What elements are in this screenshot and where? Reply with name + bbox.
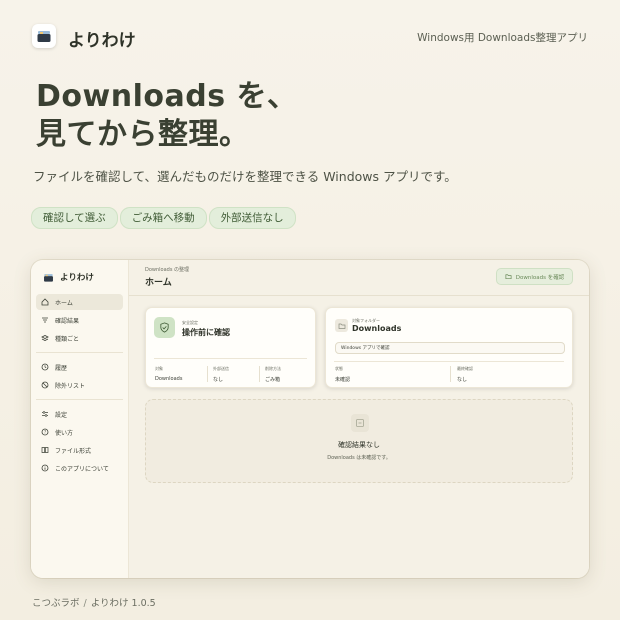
- check-downloads-label: Downloads を確認: [515, 274, 565, 281]
- main-content: Downloads の整理 ホーム Downloads を確認 安全設定 操作前…: [129, 260, 589, 578]
- history-icon: [41, 363, 49, 371]
- main-eyebrow: Downloads の整理: [145, 267, 190, 273]
- folder-path-field: Windows アプリで確認: [335, 342, 565, 354]
- book-icon: [41, 446, 49, 454]
- stat-value: なし: [213, 377, 224, 383]
- block-icon: [41, 381, 49, 389]
- hero-title-line2: 見てから整理。: [36, 117, 250, 152]
- brand-name: よりわけ: [68, 31, 136, 51]
- sidebar-item-label: 種類ごと: [55, 335, 80, 343]
- sidebar-item-label: 使い方: [55, 429, 74, 437]
- filter-icon: [41, 316, 49, 324]
- folder-icon: [335, 319, 348, 332]
- sidebar-item-home[interactable]: ホーム: [36, 294, 123, 310]
- card-eyebrow: 安全設定: [182, 320, 198, 325]
- sidebar-item-label: ホーム: [55, 299, 73, 307]
- info-icon: [41, 464, 49, 472]
- folder-icon: [505, 274, 512, 280]
- shield-check-icon: [154, 317, 175, 338]
- sidebar-item-label: このアプリについて: [55, 465, 109, 473]
- card-divider: [334, 361, 564, 362]
- sidebar-brand: よりわけ: [43, 269, 94, 285]
- main-divider: [129, 295, 589, 296]
- header-tagline: Windows用 Downloads整理アプリ: [417, 32, 588, 44]
- empty-subtitle: Downloads は未確認です。: [327, 455, 391, 461]
- settings-sliders-icon: [41, 410, 49, 418]
- footer: こつぶラボ / よりわけ 1.0.5: [32, 595, 156, 609]
- stat-delete-method: 削除方法 ごみ箱: [265, 366, 281, 383]
- app-window-preview: よりわけ ホーム 確認結果 種類ごと 履歴 除外リスト 設定 ? 使い方 ファイ…: [31, 260, 589, 578]
- chip-confirm-select: 確認して選ぶ: [31, 207, 118, 229]
- page-header: よりわけ Windows用 Downloads整理アプリ: [32, 24, 588, 52]
- sidebar-divider: [36, 352, 123, 353]
- help-circle-icon: ?: [41, 428, 49, 436]
- svg-text:?: ?: [44, 430, 46, 435]
- stat-label: 外部送信: [213, 366, 229, 371]
- stat-separator: [259, 366, 260, 382]
- sidebar-item-label: 設定: [55, 411, 68, 419]
- stat-status: 状態 未確認: [335, 366, 350, 383]
- card-title: Downloads: [352, 324, 402, 333]
- app-logo-icon: [44, 273, 53, 282]
- stat-last-checked: 最終確認 なし: [457, 366, 473, 383]
- footer-maker: こつぶラボ: [32, 598, 80, 609]
- stat-label: 状態: [335, 366, 343, 371]
- app-logo-icon: [32, 24, 56, 48]
- safety-settings-card: 安全設定 操作前に確認 対象 Downloads 外部送信 なし 削除方法 ごみ…: [145, 307, 316, 388]
- home-icon: [41, 298, 49, 306]
- stat-target: 対象 Downloads: [155, 366, 182, 382]
- sidebar-item-label: 履歴: [55, 364, 68, 372]
- sidebar-brand-name: よりわけ: [60, 273, 94, 283]
- footer-separator: /: [83, 598, 87, 609]
- card-divider: [154, 358, 307, 359]
- stat-value: ごみ箱: [265, 377, 281, 383]
- sidebar-item-settings[interactable]: 設定: [36, 406, 123, 422]
- sidebar-item-results[interactable]: 確認結果: [36, 312, 123, 328]
- page-title: ホーム: [145, 278, 172, 288]
- footer-version: よりわけ 1.0.5: [90, 598, 156, 609]
- stat-separator: [450, 366, 451, 382]
- stat-label: 最終確認: [457, 366, 473, 371]
- hero-title: Downloads を、 見てから整理。: [36, 78, 298, 154]
- stat-external-send: 外部送信 なし: [213, 366, 229, 383]
- chip-no-external-send: 外部送信なし: [208, 207, 296, 229]
- card-title: 操作前に確認: [182, 328, 230, 337]
- chip-move-to-trash: ごみ箱へ移動: [119, 207, 207, 229]
- empty-title: 確認結果なし: [338, 441, 380, 449]
- hero-title-line1: Downloads を、: [36, 79, 298, 114]
- sidebar-item-formats[interactable]: ファイル形式: [36, 442, 123, 458]
- empty-results-panel: 確認結果なし Downloads は未確認です。: [145, 399, 573, 483]
- stat-value: なし: [457, 377, 468, 383]
- sidebar-item-exclude[interactable]: 除外リスト: [36, 377, 123, 393]
- sidebar-item-about[interactable]: このアプリについて: [36, 460, 123, 476]
- stat-value: Downloads: [155, 376, 183, 382]
- sidebar-item-types[interactable]: 種類ごと: [36, 330, 123, 346]
- check-downloads-button[interactable]: Downloads を確認: [496, 268, 573, 285]
- sidebar: よりわけ ホーム 確認結果 種類ごと 履歴 除外リスト 設定 ? 使い方 ファイ…: [31, 260, 129, 578]
- target-folder-card: 対象フォルダー Downloads Windows アプリで確認 状態 未確認 …: [325, 307, 573, 388]
- stat-separator: [207, 366, 208, 382]
- stat-value: 未確認: [335, 377, 351, 383]
- stat-label: 削除方法: [265, 366, 281, 371]
- sidebar-item-label: ファイル形式: [55, 447, 92, 455]
- sidebar-item-history[interactable]: 履歴: [36, 359, 123, 375]
- sidebar-divider: [36, 399, 123, 400]
- layers-icon: [41, 334, 49, 342]
- sidebar-item-label: 除外リスト: [55, 382, 86, 390]
- sidebar-item-howto[interactable]: ? 使い方: [36, 424, 123, 440]
- hero-subtitle: ファイルを確認して、選んだものだけを整理できる Windows アプリです。: [33, 169, 457, 184]
- empty-box-icon: [351, 414, 369, 432]
- feature-chips: 確認して選ぶ ごみ箱へ移動 外部送信なし: [31, 207, 296, 229]
- stat-label: 対象: [155, 366, 163, 371]
- sidebar-item-label: 確認結果: [55, 317, 80, 325]
